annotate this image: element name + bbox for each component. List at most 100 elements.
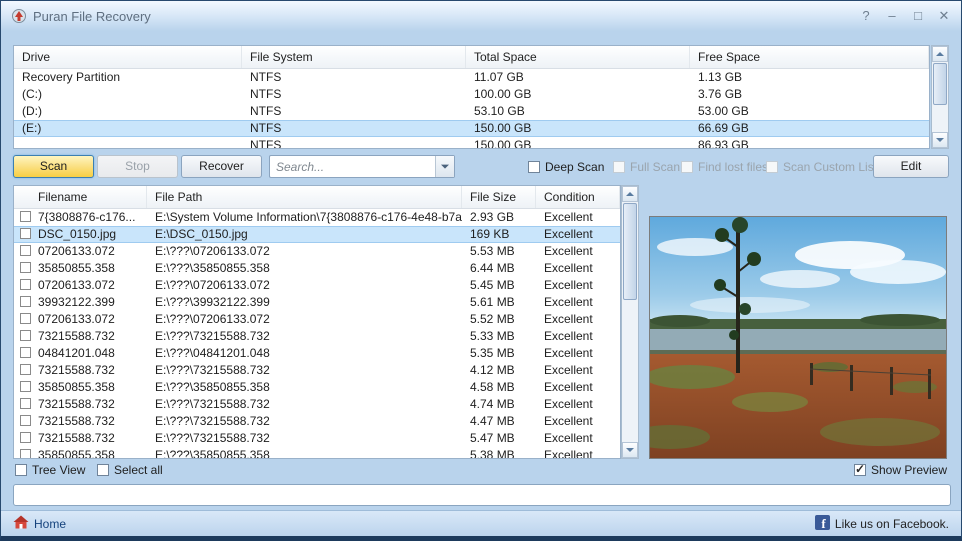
file-row[interactable]: DSC_0150.jpg E:\DSC_0150.jpg 169 KB Exce… [14,226,620,243]
file-row-checkbox[interactable] [20,296,31,307]
drive-table-header: Drive File System Total Space Free Space [14,46,929,69]
filesize-cell: 5.47 MB [462,430,536,447]
filepath-cell: E:\???\07206133.072 [147,311,462,328]
file-row[interactable]: 73215588.732 E:\???\73215588.732 5.33 MB… [14,328,620,345]
title-bar[interactable]: Puran File Recovery ? – □ ✕ [1,1,961,31]
svg-text:f: f [821,516,826,530]
freespace-col-header[interactable]: Free Space [690,46,929,68]
file-row-checkbox[interactable] [20,228,31,239]
filename-text: 07206133.072 [38,243,115,260]
search-combobox[interactable] [269,155,455,178]
filepath-col-header[interactable]: File Path [147,186,462,208]
file-scrollbar[interactable] [621,185,639,459]
stop-button: Stop [97,155,178,178]
filesystem-col-header[interactable]: File System [242,46,466,68]
file-row-checkbox[interactable] [20,364,31,375]
file-row[interactable]: 07206133.072 E:\???\07206133.072 5.53 MB… [14,243,620,260]
drive-row[interactable]: Recovery Partition NTFS 11.07 GB 1.13 GB [14,69,929,86]
show-preview-checkbox[interactable]: Show Preview [854,462,947,478]
file-row-checkbox[interactable] [20,279,31,290]
drive-row[interactable]: (C:) NTFS 100.00 GB 3.76 GB [14,86,929,103]
tree-view-checkbox-box[interactable] [15,464,27,476]
file-row-checkbox[interactable] [20,381,31,392]
filesize-col-header[interactable]: File Size [462,186,536,208]
totalspace-col-header[interactable]: Total Space [466,46,690,68]
condition-col-header[interactable]: Condition [536,186,620,208]
help-button[interactable]: ? [859,8,873,24]
drive-scrollbar-thumb[interactable] [933,63,947,105]
scan-button[interactable]: Scan [13,155,94,178]
file-row[interactable]: 73215588.732 E:\???\73215588.732 5.47 MB… [14,430,620,447]
scroll-down-icon[interactable] [622,442,638,458]
scan-custom-list-label: Scan Custom List [783,160,877,174]
file-row-checkbox[interactable] [20,330,31,341]
file-row[interactable]: 07206133.072 E:\???\07206133.072 5.52 MB… [14,311,620,328]
file-row-checkbox[interactable] [20,415,31,426]
facebook-link[interactable]: f Like us on Facebook. [815,515,949,533]
file-row-checkbox[interactable] [20,245,31,256]
file-row[interactable]: 07206133.072 E:\???\07206133.072 5.45 MB… [14,277,620,294]
file-row-checkbox[interactable] [20,313,31,324]
find-lost-files-label: Find lost files [698,160,768,174]
drive-filesystem: NTFS [242,69,466,86]
search-input[interactable] [270,156,435,177]
file-row[interactable]: 35850855.358 E:\???\35850855.358 6.44 MB… [14,260,620,277]
maximize-button[interactable]: □ [911,8,925,24]
drive-row[interactable]: (E:) NTFS 150.00 GB 66.69 GB [14,120,929,137]
file-row-checkbox[interactable] [20,398,31,409]
file-row[interactable]: 35850855.358 E:\???\35850855.358 4.58 MB… [14,379,620,396]
drive-scrollbar[interactable] [931,45,949,149]
recover-button[interactable]: Recover [181,155,262,178]
condition-cell: Excellent [536,277,620,294]
filename-col-header[interactable]: Filename [14,186,147,208]
scroll-up-icon[interactable] [622,186,638,202]
show-preview-checkbox-box[interactable] [854,464,866,476]
drive-row[interactable]: (D:) NTFS 53.10 GB 53.00 GB [14,103,929,120]
full-scan-checkbox: Full Scan [613,159,680,175]
file-row[interactable]: 73215588.732 E:\???\73215588.732 4.47 MB… [14,413,620,430]
select-all-checkbox-box[interactable] [97,464,109,476]
status-input[interactable] [13,484,951,506]
deep-scan-checkbox-box[interactable] [528,161,540,173]
home-link[interactable]: Home [13,514,66,533]
file-row[interactable]: 39932122.399 E:\???\39932122.399 5.61 MB… [14,294,620,311]
scroll-down-icon[interactable] [932,132,948,148]
full-scan-label: Full Scan [630,160,680,174]
filename-text: 73215588.732 [38,413,115,430]
home-label: Home [34,517,66,531]
select-all-checkbox[interactable]: Select all [97,462,163,478]
drive-col-header[interactable]: Drive [14,46,242,68]
filename-text: 73215588.732 [38,328,115,345]
condition-cell: Excellent [536,328,620,345]
filesize-cell: 2.93 GB [462,209,536,226]
condition-cell: Excellent [536,345,620,362]
filepath-cell: E:\???\35850855.358 [147,260,462,277]
app-window: Puran File Recovery ? – □ ✕ Drive File S… [0,0,962,541]
file-row-checkbox[interactable] [20,211,31,222]
search-dropdown-button[interactable] [435,156,454,177]
edit-button[interactable]: Edit [873,155,949,178]
condition-cell: Excellent [536,209,620,226]
deep-scan-checkbox[interactable]: Deep Scan [528,159,604,175]
close-button[interactable]: ✕ [937,8,951,24]
condition-cell: Excellent [536,362,620,379]
file-row-checkbox[interactable] [20,432,31,443]
app-icon [11,8,27,24]
file-row[interactable]: 73215588.732 E:\???\73215588.732 4.12 MB… [14,362,620,379]
scroll-up-icon[interactable] [932,46,948,62]
drive-row[interactable]: NTFS 150.00 GB 86.93 GB [14,137,929,149]
file-row[interactable]: 7{3808876-c176... E:\System Volume Infor… [14,209,620,226]
filename-text: 73215588.732 [38,430,115,447]
filename-text: 07206133.072 [38,311,115,328]
file-row[interactable]: 35850855.358 E:\???\35850855.358 5.38 MB… [14,447,620,459]
file-row-checkbox[interactable] [20,347,31,358]
condition-cell: Excellent [536,413,620,430]
file-row[interactable]: 73215588.732 E:\???\73215588.732 4.74 MB… [14,396,620,413]
file-scrollbar-thumb[interactable] [623,203,637,300]
minimize-button[interactable]: – [885,8,899,24]
drive-name: Recovery Partition [14,69,242,86]
file-row-checkbox[interactable] [20,449,31,459]
file-row-checkbox[interactable] [20,262,31,273]
file-row[interactable]: 04841201.048 E:\???\04841201.048 5.35 MB… [14,345,620,362]
tree-view-checkbox[interactable]: Tree View [15,462,85,478]
